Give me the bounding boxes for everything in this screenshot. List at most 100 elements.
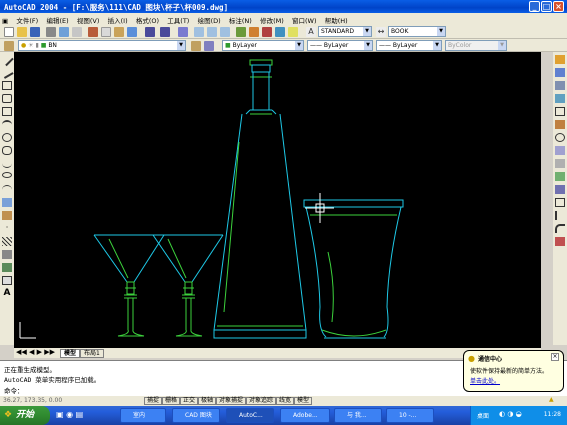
- arc-icon[interactable]: [2, 120, 12, 129]
- break-icon[interactable]: [555, 198, 565, 207]
- polar-toggle[interactable]: 极轴: [198, 397, 217, 405]
- array-icon[interactable]: [555, 107, 565, 116]
- menu-insert[interactable]: 插入(I): [105, 13, 131, 25]
- scale-icon[interactable]: [555, 146, 565, 155]
- minimize-button[interactable]: _: [529, 1, 540, 12]
- close-button[interactable]: ×: [553, 1, 564, 12]
- otrack-toggle[interactable]: 对象追踪: [246, 397, 277, 405]
- tray-icons[interactable]: ◐ ◑ ◒: [499, 410, 522, 418]
- hatch-icon[interactable]: [2, 237, 12, 246]
- polyline-icon[interactable]: [2, 81, 12, 90]
- move-icon[interactable]: [555, 120, 565, 129]
- region-icon[interactable]: [2, 263, 12, 272]
- menu-view[interactable]: 视图(V): [74, 13, 103, 25]
- save-icon[interactable]: [30, 27, 40, 37]
- mirror-icon[interactable]: [555, 81, 565, 90]
- pan-icon[interactable]: [178, 27, 188, 37]
- zoom-realtime-icon[interactable]: [194, 27, 204, 37]
- plot-style-select[interactable]: ByColor ▼: [445, 40, 507, 51]
- menu-file[interactable]: 文件(F): [13, 13, 41, 25]
- dbconnect-icon[interactable]: [275, 27, 285, 37]
- table-icon[interactable]: [2, 276, 12, 285]
- design-center-icon[interactable]: [249, 27, 259, 37]
- tab-model[interactable]: 模型: [60, 349, 81, 358]
- polygon-icon[interactable]: [2, 94, 12, 103]
- make-block-icon[interactable]: [2, 211, 12, 220]
- app-menu-icon[interactable]: ▣: [0, 15, 11, 25]
- ortho-toggle[interactable]: 正交: [180, 397, 199, 405]
- cut-icon[interactable]: [88, 27, 98, 37]
- publish-icon[interactable]: [72, 27, 82, 37]
- match-properties-icon[interactable]: [127, 27, 137, 37]
- text-style-select[interactable]: STANDARD ▼: [318, 26, 372, 37]
- markup-icon[interactable]: [288, 27, 298, 37]
- comm-center-icon[interactable]: ▲: [549, 396, 554, 403]
- tab-layout1[interactable]: 布局1: [80, 349, 104, 358]
- chamfer-icon[interactable]: [555, 211, 565, 220]
- extend-icon[interactable]: [555, 185, 565, 194]
- menu-help[interactable]: 帮助(H): [322, 13, 351, 25]
- gradient-icon[interactable]: [2, 250, 12, 259]
- zoom-previous-icon[interactable]: [220, 27, 230, 37]
- redo-icon[interactable]: [160, 27, 170, 37]
- copy-icon[interactable]: [101, 27, 111, 37]
- tab-nav-arrows[interactable]: ◀◀ ◀ ▶ ▶▶: [16, 348, 55, 356]
- rotate-icon[interactable]: [555, 133, 565, 142]
- offset-icon[interactable]: [555, 94, 565, 103]
- properties-icon[interactable]: [236, 27, 246, 37]
- quick-launch-icons[interactable]: ▣ ◉ ▤: [56, 410, 83, 419]
- fillet-icon[interactable]: [555, 224, 565, 233]
- paste-icon[interactable]: [114, 27, 124, 37]
- undo-icon[interactable]: [145, 27, 155, 37]
- menu-window[interactable]: 窗口(W): [289, 13, 320, 25]
- plot-preview-icon[interactable]: [59, 27, 69, 37]
- osnap-toggle[interactable]: 对象捕捉: [216, 397, 247, 405]
- multiline-text-icon[interactable]: A: [2, 289, 12, 298]
- task-item-5[interactable]: 与 我...: [334, 408, 382, 423]
- start-button[interactable]: ❖ 开始: [0, 406, 50, 425]
- circle-icon[interactable]: [2, 133, 12, 142]
- tray-desktop-label[interactable]: 桌面: [477, 411, 489, 420]
- stretch-icon[interactable]: [555, 159, 565, 168]
- revision-cloud-icon[interactable]: [2, 146, 12, 155]
- drawing-canvas[interactable]: [14, 52, 541, 348]
- spline-icon[interactable]: [2, 159, 12, 168]
- print-icon[interactable]: [46, 27, 56, 37]
- snap-toggle[interactable]: 捕捉: [144, 397, 163, 405]
- task-item-3-active[interactable]: AutoC...: [226, 408, 274, 423]
- open-folder-icon[interactable]: [17, 27, 27, 37]
- tool-palettes-icon[interactable]: [262, 27, 272, 37]
- task-item-6[interactable]: 10 -...: [386, 408, 434, 423]
- balloon-link[interactable]: 单击此处。: [470, 376, 500, 385]
- insert-block-icon[interactable]: [2, 198, 12, 207]
- line-icon[interactable]: [0, 52, 14, 67]
- make-layer-current-icon[interactable]: [191, 41, 201, 51]
- ellipse-arc-icon[interactable]: [2, 185, 12, 194]
- lineweight-toggle[interactable]: 线宽: [276, 397, 295, 405]
- new-file-icon[interactable]: [4, 27, 14, 37]
- balloon-close-icon[interactable]: ×: [551, 353, 559, 361]
- ellipse-icon[interactable]: [2, 172, 12, 178]
- task-item-2[interactable]: CAD 图块: [172, 408, 220, 423]
- point-icon[interactable]: ·: [2, 224, 12, 233]
- explode-icon[interactable]: [555, 237, 565, 246]
- communication-center-balloon[interactable]: ● 通信中心 × 使软件保持最新的简单方法。 单击此处。: [463, 350, 564, 392]
- trim-icon[interactable]: [555, 172, 565, 181]
- layer-manager-icon[interactable]: [4, 41, 14, 51]
- grid-toggle[interactable]: 栅格: [162, 397, 181, 405]
- layer-previous-icon[interactable]: [204, 41, 214, 51]
- construction-line-icon[interactable]: [0, 66, 14, 79]
- lineweight-select[interactable]: —— ByLayer ▼: [376, 40, 442, 51]
- menu-edit[interactable]: 编辑(E): [43, 13, 71, 25]
- task-item-1[interactable]: 室内: [120, 408, 166, 423]
- menu-tools[interactable]: 工具(T): [164, 13, 192, 25]
- copy-object-icon[interactable]: [555, 68, 565, 77]
- task-item-4[interactable]: Adobe...: [280, 408, 330, 423]
- erase-icon[interactable]: [555, 55, 565, 64]
- menu-dimension[interactable]: 标注(N): [226, 13, 255, 25]
- rectangle-icon[interactable]: [2, 107, 12, 116]
- color-select[interactable]: ■ ByLayer ▼: [222, 40, 304, 51]
- dim-style-select[interactable]: BOOK ▼: [388, 26, 446, 37]
- model-toggle[interactable]: 模型: [294, 397, 313, 405]
- maximize-button[interactable]: □: [541, 1, 552, 12]
